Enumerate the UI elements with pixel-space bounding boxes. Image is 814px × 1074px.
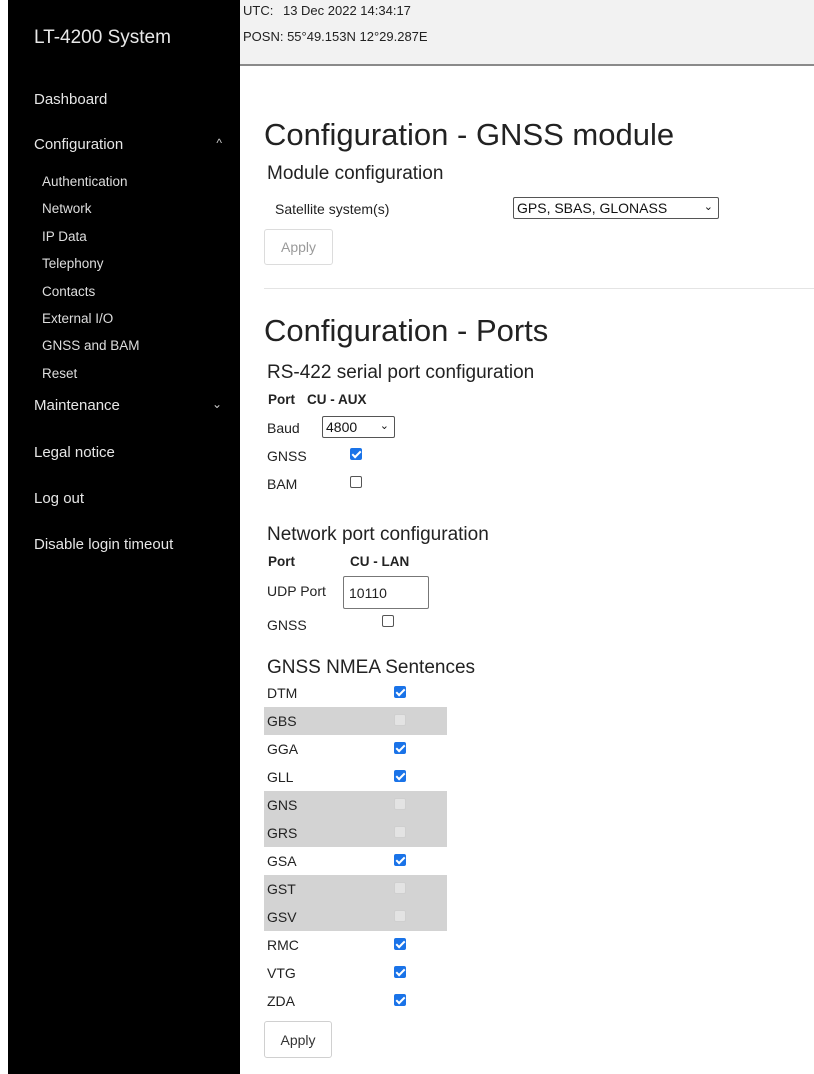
satellite-system-label: Satellite system(s) [275,201,390,217]
utc-value: 13 Dec 2022 14:34:17 [282,3,411,18]
nmea-sentence-label: GLL [267,769,294,785]
sidebar-item-label: Maintenance [34,397,120,415]
network-gnss-label: GNSS [267,617,307,633]
section-divider [264,288,814,289]
nmea-vtg-checkbox[interactable] [394,966,406,978]
nmea-subtitle: GNSS NMEA Sentences [267,657,476,678]
configuration-submenu: Authentication Network IP Data Telephony Con… [42,172,224,391]
sidebar-subitem-reset[interactable]: Reset [42,364,224,391]
baud-label: Baud [267,420,300,436]
sidebar-subitem-network[interactable]: Network [42,199,224,226]
nmea-sentence-label: GSA [267,853,297,869]
chevron-down-icon: ⌄ [211,397,222,412]
sidebar-subitem-gnss-and-bam[interactable]: GNSS and BAM [42,336,224,363]
nmea-dtm-checkbox[interactable] [394,686,406,698]
nmea-gsv-checkbox [394,910,406,922]
sidebar-item-log-out[interactable]: Log out [34,489,224,535]
nmea-gst-checkbox [394,882,406,894]
module-config-subtitle: Module configuration [267,163,444,184]
nmea-sentence-label: GRS [267,825,298,841]
nmea-gga-checkbox[interactable] [394,742,406,754]
utc-label: UTC: [243,3,274,18]
brand-title: LT-4200 System [34,27,171,48]
nmea-gns-checkbox [394,798,406,810]
chevron-up-icon: ^ [216,136,222,150]
baud-select[interactable]: 4800 ⌄ [322,416,395,438]
network-port-label: Port [268,554,295,569]
network-gnss-checkbox[interactable] [382,615,394,627]
gnss-section-title: Configuration - GNSS module [264,117,675,152]
utc-readout: UTC: 13 Dec 2022 14:34:17 [243,3,411,18]
gnss-apply-button[interactable]: Apply [264,229,333,265]
sidebar-subitem-telephony[interactable]: Telephony [42,254,224,281]
sidebar-item-legal-notice[interactable]: Legal notice [34,443,224,489]
nmea-row-gst: GST [264,875,447,903]
nmea-sentence-label: DTM [267,685,298,701]
nmea-gbs-checkbox [394,714,406,726]
sidebar-item-dashboard[interactable]: Dashboard [34,90,224,136]
nmea-row-gsa: GSA [264,847,447,875]
ports-apply-button[interactable]: Apply [264,1021,332,1058]
nmea-row-gsv: GSV [264,903,447,931]
nmea-row-gga: GGA [264,735,447,763]
nmea-sentence-label: VTG [267,965,296,981]
sidebar-item-label: Configuration [34,136,124,153]
chevron-down-icon: ⌄ [703,201,713,213]
nmea-grs-checkbox [394,826,406,838]
udp-port-label: UDP Port [267,583,326,599]
baud-value: 4800 [326,419,358,435]
nmea-row-gns: GNS [264,791,447,819]
nmea-sentence-label: GBS [267,713,297,729]
nmea-row-gbs: GBS [264,707,447,735]
nmea-sentence-label: RMC [267,937,299,953]
satellite-system-value: GPS, SBAS, GLONASS [517,200,668,216]
nmea-sentence-label: GSV [267,909,297,925]
nmea-row-gll: GLL [264,763,447,791]
rs422-subtitle: RS-422 serial port configuration [267,362,535,383]
nmea-zda-checkbox[interactable] [394,994,406,1006]
satellite-system-select[interactable]: GPS, SBAS, GLONASS ⌄ [513,197,719,219]
rs422-port-value: CU - AUX [307,392,367,407]
sidebar: LT-4200 System Dashboard Configuration ^… [8,0,240,1074]
rs422-port-label: Port [268,392,295,407]
nmea-sentence-label: GGA [267,741,299,757]
nmea-sentence-label: GNS [267,797,298,813]
nmea-row-zda: ZDA [264,987,447,1015]
nmea-row-vtg: VTG [264,959,447,987]
nmea-sentence-label: GST [267,881,296,897]
status-bar: UTC: 13 Dec 2022 14:34:17 POSN: 55°49.15… [240,0,814,66]
sidebar-subitem-external-i-o[interactable]: External I/O [42,309,224,336]
ports-section-title: Configuration - Ports [264,313,549,348]
nmea-rmc-checkbox[interactable] [394,938,406,950]
rs422-bam-label: BAM [267,476,298,492]
network-port-value: CU - LAN [350,554,410,569]
sidebar-item-configuration[interactable]: Configuration ^ [34,136,224,156]
rs422-gnss-label: GNSS [267,448,307,464]
nmea-row-dtm: DTM [264,679,447,707]
sidebar-subitem-contacts[interactable]: Contacts [42,282,224,309]
rs422-gnss-checkbox[interactable] [350,448,362,460]
nmea-gsa-checkbox[interactable] [394,854,406,866]
udp-port-input[interactable]: 10110 [343,576,429,609]
nmea-gll-checkbox[interactable] [394,770,406,782]
chevron-down-icon: ⌄ [379,420,389,432]
nmea-row-grs: GRS [264,819,447,847]
sidebar-subitem-authentication[interactable]: Authentication [42,172,224,199]
nmea-sentence-label: ZDA [267,993,295,1009]
position-readout: POSN: 55°49.153N 12°29.287E [243,29,428,44]
rs422-bam-checkbox[interactable] [350,476,362,488]
sidebar-item-maintenance[interactable]: Maintenance ⌄ [34,397,224,443]
sidebar-item-disable-login-timeout[interactable]: Disable login timeout [34,535,224,581]
network-subtitle: Network port configuration [267,524,489,545]
nmea-row-rmc: RMC [264,931,447,959]
sidebar-nav: Dashboard Configuration ^ Authentication… [34,90,224,581]
sidebar-subitem-ip-data[interactable]: IP Data [42,227,224,254]
